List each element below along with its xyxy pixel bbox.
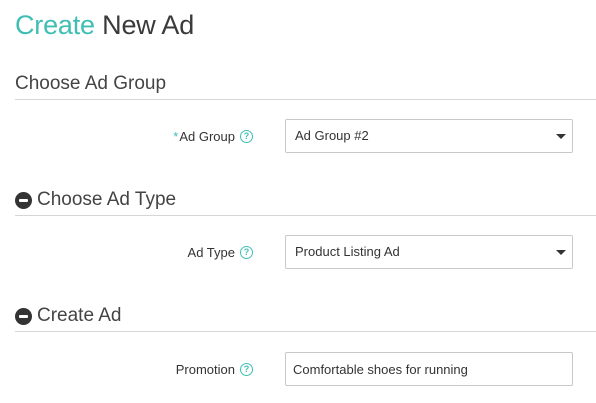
promotion-label-text: Promotion xyxy=(175,361,235,377)
promotion-input[interactable] xyxy=(285,352,573,386)
ad-group-label-text: Ad Group xyxy=(179,128,235,144)
ad-type-select[interactable]: Product Listing Ad xyxy=(285,235,573,269)
ad-type-label-text: Ad Type xyxy=(187,244,235,260)
help-icon[interactable]: ? xyxy=(240,362,253,376)
ad-group-select[interactable]: Ad Group #2 xyxy=(285,119,573,153)
help-icon[interactable]: ? xyxy=(240,245,253,259)
caret-down-icon xyxy=(556,134,566,139)
ad-group-label: * Ad Group ? xyxy=(173,119,253,153)
ad-group-select-value: Ad Group #2 xyxy=(295,128,369,143)
ad-type-field-row: Ad Type ? Product Listing Ad xyxy=(0,235,596,269)
caret-down-icon xyxy=(556,250,566,255)
required-marker: * xyxy=(173,128,179,144)
section-title-ad-type: Choose Ad Type xyxy=(37,189,177,210)
promotion-label: Promotion ? xyxy=(176,352,253,386)
section-title-create-ad: Create Ad xyxy=(37,305,122,326)
promotion-field-row: Promotion ? xyxy=(0,352,596,386)
ad-group-field-row: * Ad Group ? Ad Group #2 xyxy=(0,119,596,153)
ad-type-label: Ad Type ? xyxy=(188,235,253,269)
section-header-create-ad: Create Ad xyxy=(15,301,596,332)
section-header-ad-group: Choose Ad Group xyxy=(15,69,596,100)
collapse-icon[interactable] xyxy=(15,192,32,209)
ad-type-select-value: Product Listing Ad xyxy=(295,244,400,259)
page-title-rest: New Ad xyxy=(102,10,195,40)
page-title: Create New Ad xyxy=(15,10,194,41)
section-header-ad-type: Choose Ad Type xyxy=(15,185,596,216)
section-title-ad-group: Choose Ad Group xyxy=(15,73,167,94)
page-title-accent: Create xyxy=(15,10,95,40)
help-icon[interactable]: ? xyxy=(240,129,253,143)
collapse-icon[interactable] xyxy=(15,308,32,325)
